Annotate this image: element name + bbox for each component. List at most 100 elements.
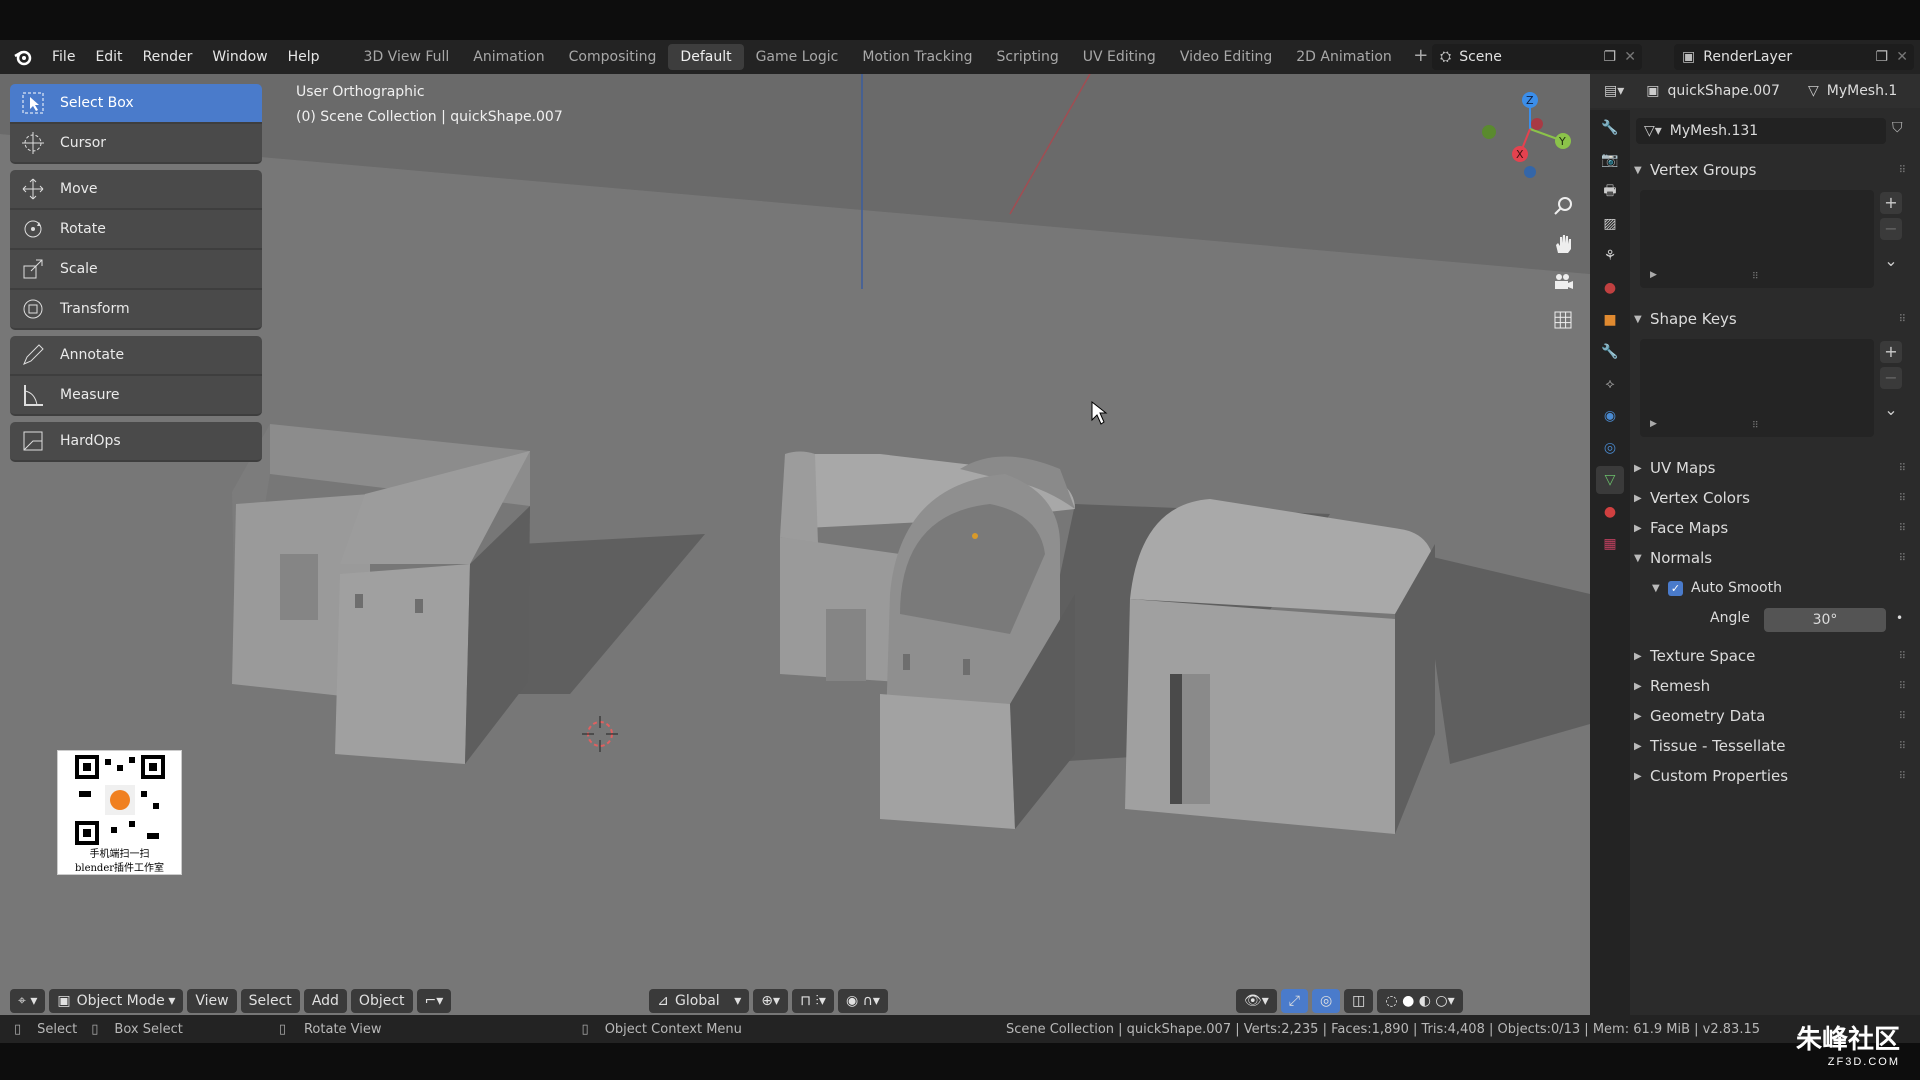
drag-handle-icon[interactable]: ⠿	[1899, 681, 1906, 692]
tab-scripting[interactable]: Scripting	[985, 44, 1071, 70]
scene-tab-icon[interactable]: ⚘	[1596, 242, 1624, 270]
list-resize-icon[interactable]: ⠿	[1752, 272, 1759, 282]
modifier-tab-icon[interactable]: 🔧	[1596, 338, 1624, 366]
drag-handle-icon[interactable]: ⠿	[1899, 553, 1906, 564]
output-tab-icon[interactable]: 🖶	[1596, 178, 1624, 206]
panel-geometry-data[interactable]: ▶ Geometry Data ⠿	[1634, 702, 1912, 730]
drag-handle-icon[interactable]: ⠿	[1899, 771, 1906, 782]
zoom-icon[interactable]	[1547, 190, 1579, 222]
tool-cursor[interactable]: Cursor	[10, 124, 262, 164]
panel-uv-maps[interactable]: ▶ UV Maps ⠿	[1634, 454, 1912, 482]
material-tab-icon[interactable]: ●	[1596, 498, 1624, 526]
angle-field[interactable]: 30°	[1764, 608, 1886, 632]
particles-tab-icon[interactable]: ⟡	[1596, 370, 1624, 398]
panel-tissue-tessellate[interactable]: ▶ Tissue - Tessellate ⠿	[1634, 732, 1912, 760]
shape-key-specials-icon[interactable]: ⌄	[1880, 399, 1902, 421]
tool-measure[interactable]: Measure	[10, 376, 262, 416]
menu-select[interactable]: Select	[240, 989, 300, 1013]
menu-edit[interactable]: Edit	[85, 40, 132, 74]
wireframe-icon[interactable]: ◌	[1385, 993, 1397, 1009]
mesh-name-field[interactable]: ▽▾ MyMesh.131	[1636, 118, 1886, 144]
add-vertex-group-button[interactable]: +	[1880, 192, 1902, 214]
physics-tab-icon[interactable]: ◉	[1596, 402, 1624, 430]
remove-scene-icon[interactable]: ✕	[1624, 49, 1636, 65]
proportional-edit-button[interactable]: ◉ ∩▾	[837, 989, 888, 1013]
shape-keys-list[interactable]: ▶ ⠿	[1640, 339, 1874, 437]
drag-handle-icon[interactable]: ⠿	[1899, 493, 1906, 504]
3d-viewport[interactable]: Select Box Cursor Move Rotate Scale Tran…	[0, 74, 1590, 1015]
tool-move[interactable]: Move	[10, 170, 262, 210]
tab-uv-editing[interactable]: UV Editing	[1071, 44, 1168, 70]
panel-face-maps[interactable]: ▶ Face Maps ⠿	[1634, 514, 1912, 542]
add-workspace-button[interactable]: +	[1410, 46, 1432, 68]
editor-type-icon[interactable]: ▤▾	[1604, 83, 1624, 99]
list-expand-icon[interactable]: ▶	[1650, 419, 1657, 429]
drag-handle-icon[interactable]: ⠿	[1899, 523, 1906, 534]
tab-compositing[interactable]: Compositing	[557, 44, 669, 70]
mode-selector[interactable]: ▣ Object Mode ▾	[49, 989, 184, 1013]
tab-default[interactable]: Default	[668, 44, 744, 70]
material-shading-icon[interactable]: ◐	[1419, 993, 1431, 1009]
tool-hardops[interactable]: HardOps	[10, 422, 262, 462]
tool-settings-tab-icon[interactable]: 🔧	[1596, 114, 1624, 142]
panel-shape-keys[interactable]: ▼ Shape Keys ⠿	[1634, 305, 1912, 333]
remove-view-layer-icon[interactable]: ✕	[1896, 49, 1908, 65]
tab-game-logic[interactable]: Game Logic	[744, 44, 851, 70]
menu-window[interactable]: Window	[202, 40, 277, 74]
menu-view[interactable]: View	[187, 989, 237, 1013]
camera-icon[interactable]	[1547, 266, 1579, 298]
menu-file[interactable]: File	[42, 40, 85, 74]
tool-annotate[interactable]: Annotate	[10, 336, 262, 376]
pivot-button[interactable]: ⊕▾	[753, 989, 789, 1013]
visibility-button[interactable]: 👁▾	[1235, 989, 1277, 1013]
new-view-layer-icon[interactable]: ❐	[1875, 49, 1888, 65]
overlay-button[interactable]: ◎	[1311, 989, 1341, 1013]
tab-motion-tracking[interactable]: Motion Tracking	[850, 44, 984, 70]
tab-video-editing[interactable]: Video Editing	[1168, 44, 1284, 70]
constraints-tab-icon[interactable]: ◎	[1596, 434, 1624, 462]
new-scene-icon[interactable]: ❐	[1603, 49, 1616, 65]
add-shape-key-button[interactable]: +	[1880, 341, 1902, 363]
auto-smooth-checkbox[interactable]: ✓	[1668, 580, 1683, 596]
subpanel-auto-smooth[interactable]: ▼ ✓ Auto Smooth	[1652, 574, 1912, 602]
menu-render[interactable]: Render	[133, 40, 203, 74]
tool-select-box[interactable]: Select Box	[10, 84, 262, 124]
tab-animation[interactable]: Animation	[461, 44, 556, 70]
scene-selector[interactable]: ⛭ Scene ❐ ✕	[1432, 44, 1642, 70]
gizmo-button[interactable]: ⤢	[1280, 989, 1308, 1013]
tool-scale[interactable]: Scale	[10, 250, 262, 290]
remove-vertex-group-button[interactable]: −	[1880, 218, 1902, 240]
editor-type-button[interactable]: ⌖ ▾	[10, 989, 46, 1013]
orientation-selector[interactable]: ⊿ Global ▾	[649, 989, 750, 1013]
drag-handle-icon[interactable]: ⠿	[1899, 463, 1906, 474]
tab-2d-animation[interactable]: 2D Animation	[1284, 44, 1404, 70]
keyframe-dot-icon[interactable]: •	[1896, 611, 1903, 625]
pan-hand-icon[interactable]	[1547, 228, 1579, 260]
vertex-group-specials-icon[interactable]: ⌄	[1880, 250, 1902, 272]
panel-normals[interactable]: ▼ Normals ⠿	[1634, 544, 1912, 572]
panel-remesh[interactable]: ▶ Remesh ⠿	[1634, 672, 1912, 700]
view-layer-selector[interactable]: ▣ RenderLayer ❐ ✕	[1674, 44, 1914, 70]
menu-add[interactable]: Add	[303, 989, 347, 1013]
texture-tab-icon[interactable]: ▦	[1596, 530, 1624, 558]
panel-custom-properties[interactable]: ▶ Custom Properties ⠿	[1634, 762, 1912, 790]
rendered-shading-icon[interactable]: ○	[1435, 993, 1447, 1009]
list-resize-icon[interactable]: ⠿	[1752, 421, 1759, 431]
drag-handle-icon[interactable]: ⠿	[1899, 711, 1906, 722]
list-expand-icon[interactable]: ▶	[1650, 270, 1657, 280]
panel-vertex-groups[interactable]: ▼ Vertex Groups ⠿	[1634, 156, 1912, 184]
drag-handle-icon[interactable]: ⠿	[1899, 741, 1906, 752]
tool-rotate[interactable]: Rotate	[10, 210, 262, 250]
fake-user-icon[interactable]: ⛉	[1892, 120, 1903, 136]
mesh-data-tab-icon[interactable]: ▽	[1596, 466, 1624, 494]
menu-help[interactable]: Help	[278, 40, 330, 74]
xray-button[interactable]: ◫	[1344, 989, 1374, 1013]
snap-button[interactable]: ⊓ ⫶▾	[792, 989, 834, 1013]
remove-shape-key-button[interactable]: −	[1880, 367, 1902, 389]
navigation-gizmo[interactable]: Z Y X	[1475, 84, 1585, 194]
vertex-groups-list[interactable]: ▶ ⠿	[1640, 190, 1874, 288]
object-tab-icon[interactable]: ■	[1596, 306, 1624, 334]
shading-buttons[interactable]: ◌ ● ◐ ○ ▾	[1377, 989, 1463, 1013]
grid-view-icon[interactable]	[1547, 304, 1579, 336]
drag-handle-icon[interactable]: ⠿	[1899, 165, 1906, 176]
